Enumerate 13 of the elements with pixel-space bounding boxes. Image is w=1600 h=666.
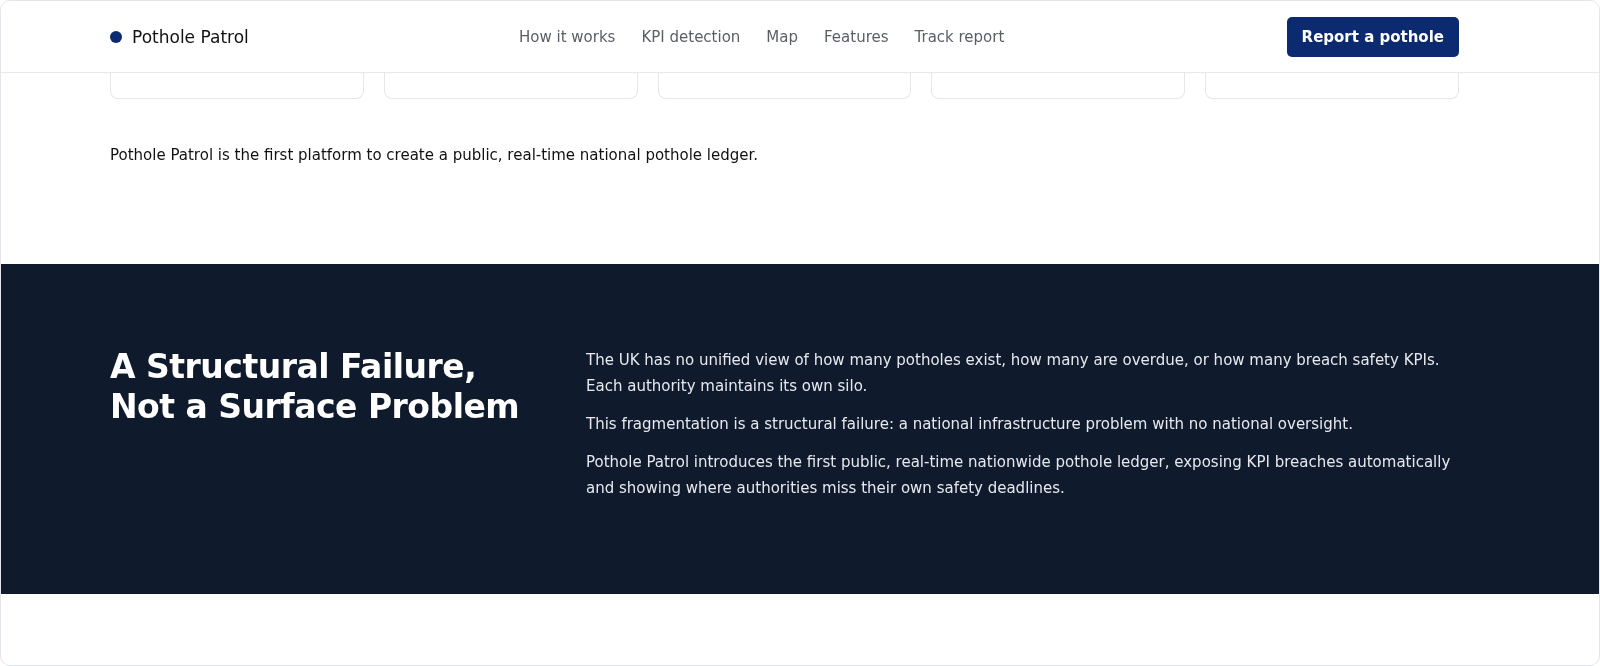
nav-link[interactable]: Map <box>766 27 798 46</box>
report-button[interactable]: Report a pothole <box>1286 16 1459 57</box>
nav-link[interactable]: Track report <box>914 27 1005 46</box>
body-paragraph: Pothole Patrol introduces the first public, real-time nationwide pothole ledger, exposing KPI breaches automatically and showing where authorities miss their own safety deadlines. <box>586 452 1452 499</box>
nav-link[interactable]: KPI detection <box>641 27 741 46</box>
brand-name[interactable]: Pothole Patrol <box>132 26 249 47</box>
brand-dot-icon <box>110 30 122 43</box>
nav-link[interactable]: How it works <box>519 27 616 46</box>
body-paragraph: This fragmentation is a structural failure: a national infrastructure problem with no national oversight. <box>586 414 1354 435</box>
body-paragraph: The UK has no unified view of how many potholes exist, how many are overdue, or how many breach safety KPIs. Each authority maintains its own silo. <box>586 350 1441 397</box>
nav-link[interactable]: Features <box>824 27 889 46</box>
section-heading: A Structural Failure, Not a Surface Problem <box>110 347 521 428</box>
intro-text: Pothole Patrol is the first platform to create a public, real-time national pothole ledger. <box>110 146 760 166</box>
